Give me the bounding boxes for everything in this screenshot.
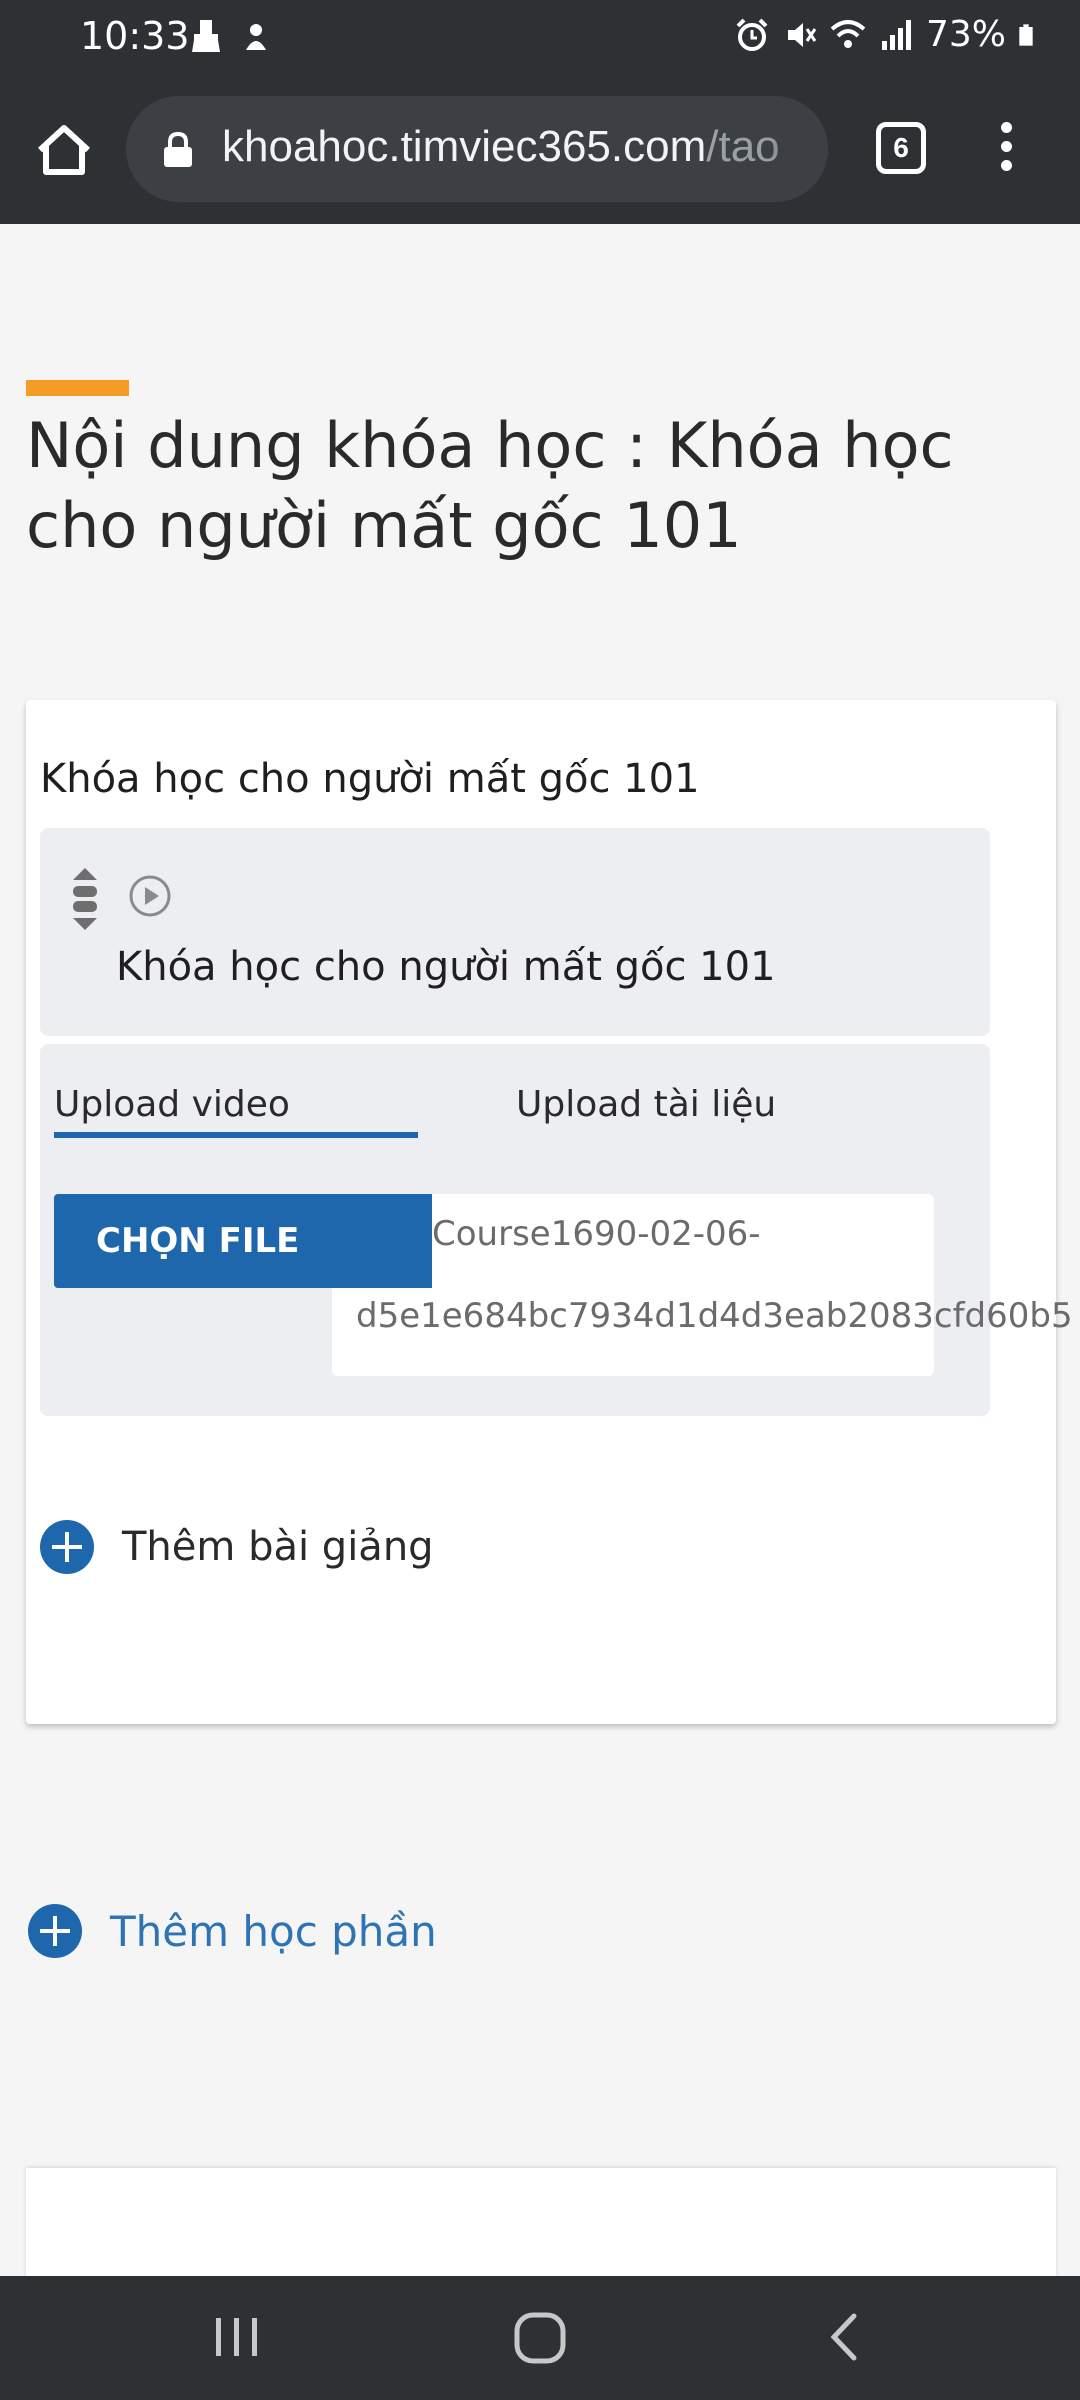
battery-percent: 73%: [925, 14, 1006, 55]
title-accent-bar: [26, 380, 129, 396]
lesson-header: Khóa học cho người mất gốc 101: [40, 828, 990, 1036]
mute-icon: [787, 22, 817, 47]
plus-circle-icon: [40, 1520, 94, 1574]
next-section-card: [26, 2168, 1056, 2278]
tab-switcher-button[interactable]: 6: [876, 122, 926, 174]
lesson-upload-panel: Upload video Upload tài liệu CHỌN FILE C…: [40, 1044, 1073, 1416]
overflow-menu-icon[interactable]: [990, 122, 1022, 182]
browser-toolbar: khoahoc.timviec365.com/tao 6: [0, 78, 1080, 224]
home-nav-icon[interactable]: [512, 2310, 568, 2366]
home-icon[interactable]: [32, 118, 96, 182]
back-icon[interactable]: [820, 2312, 870, 2362]
recents-icon[interactable]: [212, 2312, 262, 2362]
battery-icon: [1019, 23, 1033, 46]
status-left-icons: [188, 18, 274, 54]
system-nav-bar: [0, 2276, 1080, 2400]
wifi-icon: [830, 19, 866, 48]
status-time: 10:33: [80, 14, 190, 58]
alarm-icon: [736, 18, 768, 51]
url-bar[interactable]: khoahoc.timviec365.com/tao: [126, 96, 828, 202]
status-right: 73%: [734, 14, 1042, 55]
url-text: khoahoc.timviec365.com/tao: [222, 122, 780, 172]
add-lecture-label: Thêm bài giảng: [122, 1524, 434, 1570]
play-icon[interactable]: [128, 874, 172, 918]
section-title: Khóa học cho người mất gốc 101: [40, 756, 700, 802]
add-section-button[interactable]: Thêm học phần: [28, 1904, 437, 1958]
page-title: Nội dung khóa học : Khóa học cho người m…: [26, 409, 954, 562]
url-fade: [768, 96, 828, 202]
file-name-line-2: d5e1e684bc7934d1d4d3eab2083cfd60b5: [356, 1296, 1073, 1336]
tab-upload-documents[interactable]: Upload tài liệu: [516, 1084, 776, 1125]
active-tab-indicator: [54, 1132, 418, 1138]
sync-icon: [246, 24, 266, 50]
file-name-line-1: Course1690-02-06-: [432, 1214, 761, 1254]
signal-icon: [881, 19, 911, 50]
add-lecture-button[interactable]: Thêm bài giảng: [40, 1520, 434, 1574]
add-section-label: Thêm học phần: [110, 1906, 437, 1956]
section-card: Khóa học cho người mất gốc 101 Khóa học …: [26, 700, 1073, 1724]
status-bar: 10:33 73%: [0, 0, 1080, 78]
choose-file-button[interactable]: CHỌN FILE: [54, 1194, 432, 1288]
plus-circle-icon: [28, 1904, 82, 1958]
lesson-title: Khóa học cho người mất gốc 101: [116, 944, 776, 990]
url-host: khoahoc.timviec365.com: [222, 122, 707, 171]
cleaner-icon: [192, 20, 220, 52]
lock-icon: [164, 132, 192, 167]
drag-handle-icon[interactable]: [70, 866, 100, 932]
